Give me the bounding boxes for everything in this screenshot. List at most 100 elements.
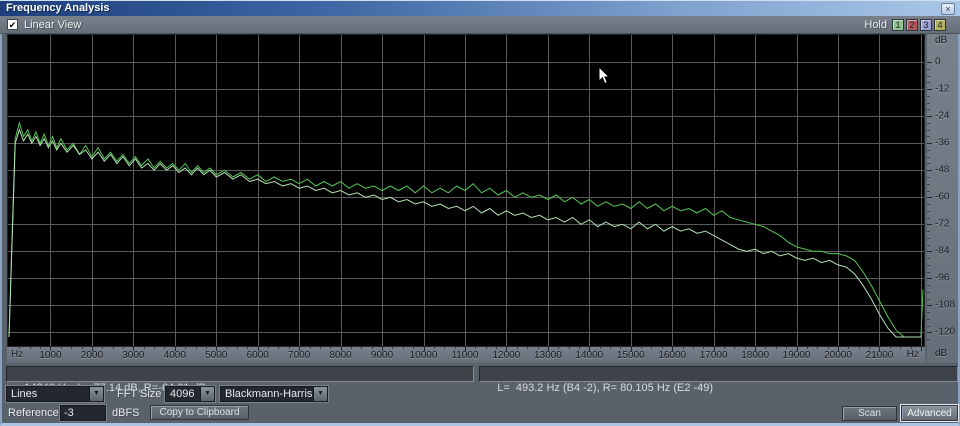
chevron-down-icon[interactable]: ▼ [200, 387, 214, 401]
db-tick-label: -108 [935, 300, 955, 311]
scan-button[interactable]: Scan [842, 406, 897, 421]
advanced-button[interactable]: Advanced [901, 405, 958, 421]
db-tick-minor [927, 319, 930, 320]
hz-tick-minor [569, 347, 570, 349]
hz-tick-label: 12000 [493, 350, 521, 361]
db-tick-major [927, 224, 932, 225]
hz-tick-major [797, 347, 798, 351]
db-tick-minor [927, 150, 930, 151]
fft-size-select[interactable]: 4096 ▼ [165, 386, 215, 402]
hz-tick-minor [869, 347, 870, 349]
db-tick-major [927, 170, 932, 171]
hz-tick-label: 2000 [81, 350, 103, 361]
hz-tick-major [921, 347, 922, 351]
hz-tick-minor [227, 347, 228, 349]
db-tick-minor [927, 76, 930, 77]
hz-tick-minor [817, 347, 818, 349]
hz-tick-major [589, 347, 590, 351]
reference-label: Reference [8, 407, 59, 419]
db-tick-minor [927, 109, 930, 110]
hz-tick-label: 10000 [410, 350, 438, 361]
hz-tick-minor [206, 347, 207, 349]
hz-tick-label: 6000 [247, 350, 269, 361]
hz-tick-minor [517, 347, 518, 349]
reference-input[interactable] [60, 405, 106, 421]
hz-tick-minor [268, 347, 269, 349]
hz-tick-minor [361, 347, 362, 349]
hz-tick-major [92, 347, 93, 351]
hz-tick-minor [693, 347, 694, 349]
hz-tick-label: 17000 [700, 350, 728, 361]
hz-tick-major [341, 347, 342, 351]
hz-tick-major [175, 347, 176, 351]
hz-tick-minor [278, 347, 279, 349]
hz-tick-minor [475, 347, 476, 349]
db-tick-label: -12 [935, 84, 949, 95]
hz-tick-minor [765, 347, 766, 349]
db-tick-minor [927, 163, 930, 164]
db-tick-minor [927, 211, 930, 212]
status-bar-cursor-readout: 14240 Hz, L=-77.14 dB, R=-64.61 dB [6, 366, 474, 382]
db-tick-major [927, 305, 932, 306]
db-tick-minor [927, 285, 930, 286]
db-tick-minor [927, 82, 930, 83]
hz-tick-minor [444, 347, 445, 349]
hz-tick-minor [900, 347, 901, 349]
hz-tick-label: 3000 [122, 350, 144, 361]
spectrum-plot[interactable] [7, 34, 925, 347]
hz-tick-minor [351, 347, 352, 349]
copy-to-clipboard-button[interactable]: Copy to Clipboard [150, 405, 249, 420]
hz-tick-minor [911, 347, 912, 349]
close-button[interactable]: × [941, 3, 955, 15]
db-tick-minor [927, 245, 930, 246]
hz-tick-minor [600, 347, 601, 349]
hz-tick-minor [372, 347, 373, 349]
hz-tick-major [424, 347, 425, 351]
hz-tick-minor [71, 347, 72, 349]
hz-tick-label: 9000 [371, 350, 393, 361]
db-tick-minor [927, 103, 930, 104]
chevron-down-icon[interactable]: ▼ [313, 387, 327, 401]
db-tick-minor [927, 130, 930, 131]
hz-tick-minor [703, 347, 704, 349]
hz-tick-minor [392, 347, 393, 349]
hz-tick-label: 20000 [824, 350, 852, 361]
hz-tick-minor [579, 347, 580, 349]
hold-button-4[interactable]: 4 [934, 19, 946, 31]
window-function-select[interactable]: Blackmann-Harris ▼ [220, 386, 328, 402]
display-mode-select[interactable]: Lines ▼ [6, 386, 104, 402]
frequency-analysis-window: Frequency Analysis × ✔ Linear View Hold … [0, 0, 960, 426]
hold-button-1[interactable]: 1 [892, 19, 904, 31]
hold-button-2[interactable]: 2 [906, 19, 918, 31]
db-tick-label: -60 [935, 192, 949, 203]
hz-tick-minor [196, 347, 197, 349]
hz-tick-minor [113, 347, 114, 349]
hz-tick-minor [527, 347, 528, 349]
hold-button-3[interactable]: 3 [920, 19, 932, 31]
hold-label: Hold [864, 19, 887, 31]
db-tick-minor [927, 265, 930, 266]
title-bar[interactable]: Frequency Analysis × [0, 0, 960, 16]
hz-tick-minor [859, 347, 860, 349]
db-tick-label: -120 [935, 327, 955, 338]
display-mode-value: Lines [7, 387, 89, 401]
db-tick-minor [927, 231, 930, 232]
db-tick-minor [927, 136, 930, 137]
db-tick-minor [927, 69, 930, 70]
hz-tick-label: 21000 [866, 350, 894, 361]
hz-tick-minor [289, 347, 290, 349]
hz-tick-label: 15000 [617, 350, 645, 361]
reference-unit-label: dBFS [112, 407, 140, 419]
linear-view-checkbox[interactable]: ✔ [7, 19, 18, 30]
db-tick-major [927, 251, 932, 252]
linear-view-label: Linear View [24, 19, 81, 31]
db-tick-minor [927, 312, 930, 313]
chevron-down-icon[interactable]: ▼ [89, 387, 103, 401]
hz-tick-minor [683, 347, 684, 349]
hz-tick-major [258, 347, 259, 351]
toolbar: ✔ Linear View Hold 1 2 3 4 [0, 16, 960, 34]
hz-tick-minor [123, 347, 124, 349]
db-tick-minor [927, 339, 930, 340]
hz-tick-minor [164, 347, 165, 349]
db-unit-bottom: dB [935, 348, 947, 359]
